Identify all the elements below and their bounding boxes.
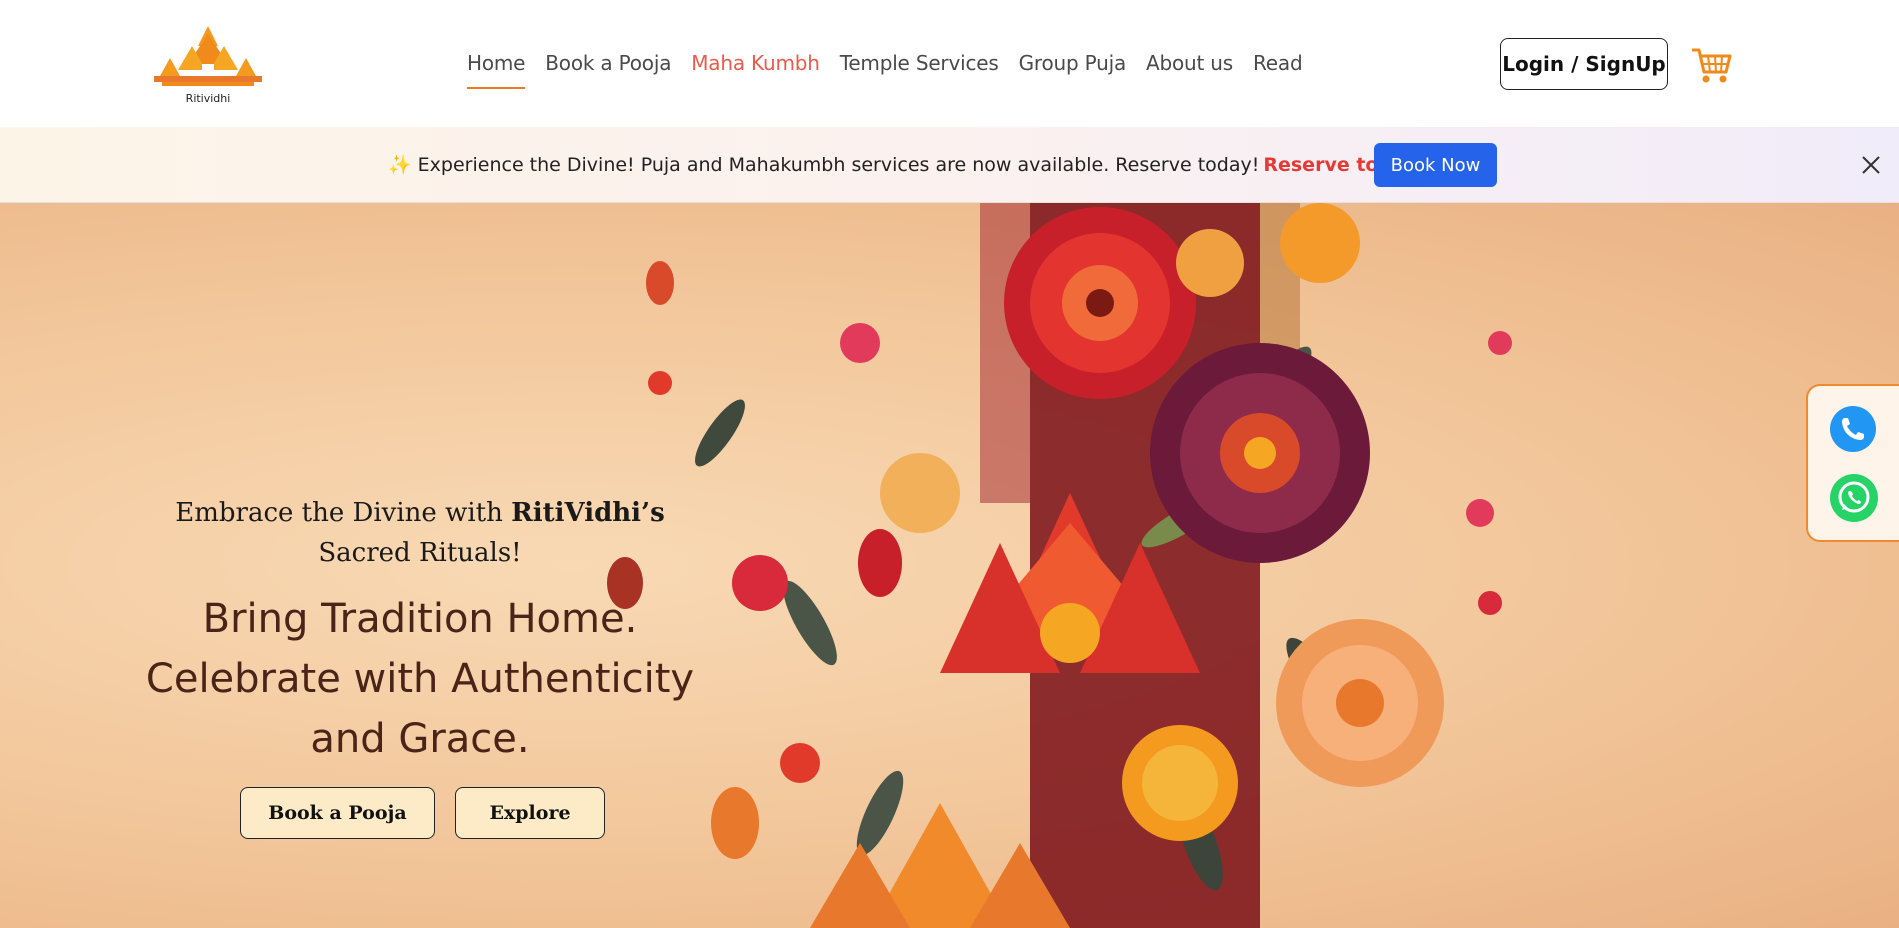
nav-maha-kumbh[interactable]: Maha Kumbh bbox=[691, 46, 820, 86]
main-nav: Home Book a Pooja Maha Kumbh Temple Serv… bbox=[467, 46, 1322, 89]
temple-logo-icon bbox=[154, 26, 262, 86]
hero-title: Bring Tradition Home. Celebrate with Aut… bbox=[145, 596, 695, 762]
floating-contact-panel bbox=[1806, 384, 1899, 542]
cart-icon[interactable] bbox=[1690, 44, 1732, 86]
announcement-text: Experience the Divine! Puja and Mahakumb… bbox=[417, 154, 1260, 176]
site-header: Ritividhi Home Book a Pooja Maha Kumbh T… bbox=[0, 0, 1899, 127]
nav-book-a-pooja[interactable]: Book a Pooja bbox=[545, 46, 671, 86]
floral-artwork-image bbox=[607, 203, 1512, 928]
hero-subtitle-prefix: Embrace the Divine with bbox=[175, 498, 512, 528]
hero-subtitle-brand: RitiVidhi’s bbox=[511, 498, 665, 528]
nav-home[interactable]: Home bbox=[467, 46, 526, 89]
ritividhi-logo[interactable]: Ritividhi bbox=[152, 24, 264, 108]
explore-button[interactable]: Explore bbox=[455, 787, 605, 839]
nav-group-puja[interactable]: Group Puja bbox=[1019, 46, 1127, 86]
nav-read[interactable]: Read bbox=[1253, 46, 1303, 86]
book-now-button[interactable]: Book Now bbox=[1374, 143, 1497, 187]
close-icon[interactable] bbox=[1860, 154, 1882, 176]
announcement-bar: ✨ Experience the Divine! Puja and Mahakum… bbox=[0, 127, 1899, 203]
whatsapp-icon[interactable] bbox=[1830, 474, 1878, 522]
phone-icon[interactable] bbox=[1830, 406, 1876, 452]
hero-section: Embrace the Divine with RitiVidhi’s Sacr… bbox=[0, 203, 1899, 928]
book-a-pooja-button[interactable]: Book a Pooja bbox=[240, 787, 435, 839]
announcement-message: ✨ Experience the Divine! Puja and Mahakum… bbox=[388, 153, 1425, 176]
hero-subtitle: Embrace the Divine with RitiVidhi’s Sacr… bbox=[160, 493, 680, 573]
sparkle-icon: ✨ bbox=[388, 154, 412, 176]
nav-temple-services[interactable]: Temple Services bbox=[840, 46, 999, 86]
hero-subtitle-suffix: Sacred Rituals! bbox=[318, 538, 522, 568]
login-signup-button[interactable]: Login / SignUp bbox=[1500, 38, 1668, 90]
logo-text: Ritividhi bbox=[185, 92, 231, 105]
nav-about-us[interactable]: About us bbox=[1146, 46, 1233, 86]
